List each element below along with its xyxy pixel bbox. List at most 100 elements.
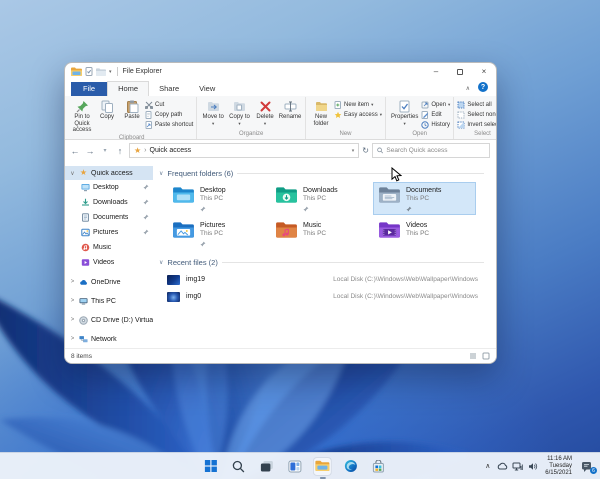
notification-center-button[interactable]: 6: [581, 460, 597, 474]
sidebar-item-music[interactable]: Music: [65, 240, 153, 255]
close-button[interactable]: ×: [472, 63, 496, 80]
new-folder-button[interactable]: New folder: [309, 98, 333, 127]
qat-dropdown-icon[interactable]: ▾: [109, 69, 112, 75]
sidebar-item-this-pc[interactable]: > This PC: [65, 294, 153, 308]
section-expand-icon[interactable]: ∨: [159, 170, 163, 177]
file-row-img0[interactable]: img0 Local Disk (C:)\Windows\Web\Wallpap…: [167, 288, 488, 305]
new-item-button[interactable]: New item ▾: [334, 100, 382, 109]
maximize-button[interactable]: [448, 63, 472, 80]
qat-new-folder-icon[interactable]: [96, 67, 106, 76]
folder-tile-documents[interactable]: Documents This PC: [373, 182, 476, 215]
sidebar-item-onedrive[interactable]: > OneDrive: [65, 275, 153, 289]
sidebar-label: Videos: [93, 259, 115, 266]
collapse-icon[interactable]: >: [69, 279, 76, 285]
onedrive-tray-icon[interactable]: [497, 461, 508, 472]
search-button[interactable]: [229, 457, 248, 476]
network-tray-icon[interactable]: [512, 461, 524, 472]
recent-files-header[interactable]: ∨ Recent files (2): [159, 258, 488, 267]
pin-icon: [200, 204, 226, 212]
breadcrumb-location[interactable]: Quick access: [150, 147, 192, 154]
address-breadcrumb[interactable]: ★ › Quick access ▾: [129, 143, 360, 158]
sidebar-item-desktop[interactable]: Desktop: [65, 180, 153, 195]
quick-access-star-icon: ★: [79, 168, 88, 177]
sidebar-item-cd-drive[interactable]: > CD Drive (D:) Virtual: [65, 313, 153, 327]
paste-shortcut-button[interactable]: Paste shortcut: [145, 120, 193, 129]
frequent-folders-header[interactable]: ∨ Frequent folders (6): [159, 169, 488, 178]
ribbon-collapse-icon[interactable]: ∧: [466, 85, 470, 92]
sidebar-item-quick-access[interactable]: ∨ ★ Quick access: [65, 166, 153, 180]
sidebar-item-pictures[interactable]: Pictures: [65, 225, 153, 240]
store-button[interactable]: [369, 457, 388, 476]
edit-button[interactable]: Edit: [421, 110, 450, 119]
section-expand-icon[interactable]: ∨: [159, 259, 163, 266]
window-title: File Explorer: [122, 68, 162, 75]
move-to-button[interactable]: Move to ▾: [200, 98, 226, 127]
tab-file[interactable]: File: [71, 82, 108, 96]
tray-chevron-icon[interactable]: ∧: [482, 461, 493, 472]
easy-access-button[interactable]: Easy access ▾: [334, 110, 382, 119]
volume-tray-icon[interactable]: [527, 461, 538, 472]
file-explorer-taskbar-button[interactable]: [312, 456, 332, 479]
details-view-button[interactable]: [468, 352, 477, 361]
widgets-button[interactable]: [285, 457, 304, 476]
large-icons-view-button[interactable]: [481, 352, 490, 361]
invert-selection-button[interactable]: Invert selection: [457, 120, 496, 129]
folder-tile-desktop[interactable]: Desktop This PC: [167, 182, 270, 215]
recent-locations-dropdown-icon[interactable]: ▾: [99, 147, 111, 154]
pin-to-quick-access-button[interactable]: Pin to Quick access: [70, 98, 94, 134]
folder-tile-videos[interactable]: Videos This PC: [373, 217, 476, 250]
store-icon: [372, 459, 384, 472]
select-all-label: Select all: [467, 101, 492, 108]
copy-button[interactable]: Copy: [95, 98, 119, 121]
taskbar-clock[interactable]: 11:16 AM Tuesday 6/15/2021: [542, 456, 575, 477]
file-name: img0: [186, 293, 202, 300]
collapse-icon[interactable]: >: [69, 336, 76, 342]
collapse-icon[interactable]: >: [69, 317, 76, 323]
edge-button[interactable]: [341, 457, 360, 476]
file-row-img19[interactable]: img19 Local Disk (C:)\Windows\Web\Wallpa…: [167, 271, 488, 288]
open-button[interactable]: Open ▾: [421, 100, 450, 109]
copy-to-button[interactable]: Copy to ▾: [227, 98, 252, 127]
copy-path-button[interactable]: Copy path: [145, 110, 193, 119]
help-button[interactable]: ?: [478, 82, 488, 92]
sidebar-item-videos[interactable]: Videos: [65, 255, 153, 270]
properties-button[interactable]: Properties ▾: [389, 98, 420, 127]
sidebar-item-documents[interactable]: Documents: [65, 210, 153, 225]
collapse-icon[interactable]: >: [69, 298, 76, 304]
address-dropdown-icon[interactable]: ▾: [352, 148, 355, 154]
cd-drive-icon: [79, 315, 88, 325]
start-button[interactable]: [201, 457, 220, 476]
qat-properties-icon[interactable]: [85, 67, 93, 76]
history-button[interactable]: History: [421, 120, 450, 129]
documents-folder-icon: [379, 187, 400, 203]
search-box[interactable]: [372, 143, 490, 158]
documents-icon: [81, 213, 90, 222]
sidebar-item-downloads[interactable]: Downloads: [65, 195, 153, 210]
task-view-button[interactable]: [257, 457, 276, 476]
windows-logo-icon: [204, 460, 217, 472]
title-bar[interactable]: ▾ File Explorer – ×: [65, 63, 496, 80]
rename-button[interactable]: Rename: [278, 98, 302, 121]
tile-location: This PC: [200, 195, 224, 202]
sidebar-item-network[interactable]: > Network: [65, 332, 153, 346]
cut-button[interactable]: Cut: [145, 100, 193, 109]
select-none-button[interactable]: Select none: [457, 110, 496, 119]
folder-tile-downloads[interactable]: Downloads This PC: [270, 182, 373, 215]
expand-icon[interactable]: ∨: [69, 170, 76, 177]
select-all-button[interactable]: Select all: [457, 100, 496, 109]
up-button[interactable]: ↑: [114, 146, 126, 156]
folder-tile-music[interactable]: Music This PC: [270, 217, 373, 250]
minimize-button[interactable]: –: [424, 63, 448, 80]
paste-button[interactable]: Paste: [120, 98, 144, 121]
tab-home[interactable]: Home: [107, 81, 150, 96]
tab-view[interactable]: View: [189, 82, 225, 96]
folder-tile-pictures[interactable]: Pictures This PC: [167, 217, 270, 250]
paste-shortcut-icon: [145, 120, 152, 129]
refresh-button[interactable]: ↻: [362, 146, 369, 155]
delete-button[interactable]: Delete ▾: [253, 98, 277, 127]
search-input[interactable]: [386, 147, 485, 154]
forward-button[interactable]: →: [84, 146, 96, 156]
back-button[interactable]: ←: [69, 146, 81, 156]
tab-share[interactable]: Share: [149, 82, 189, 96]
sidebar-label: OneDrive: [91, 278, 121, 286]
